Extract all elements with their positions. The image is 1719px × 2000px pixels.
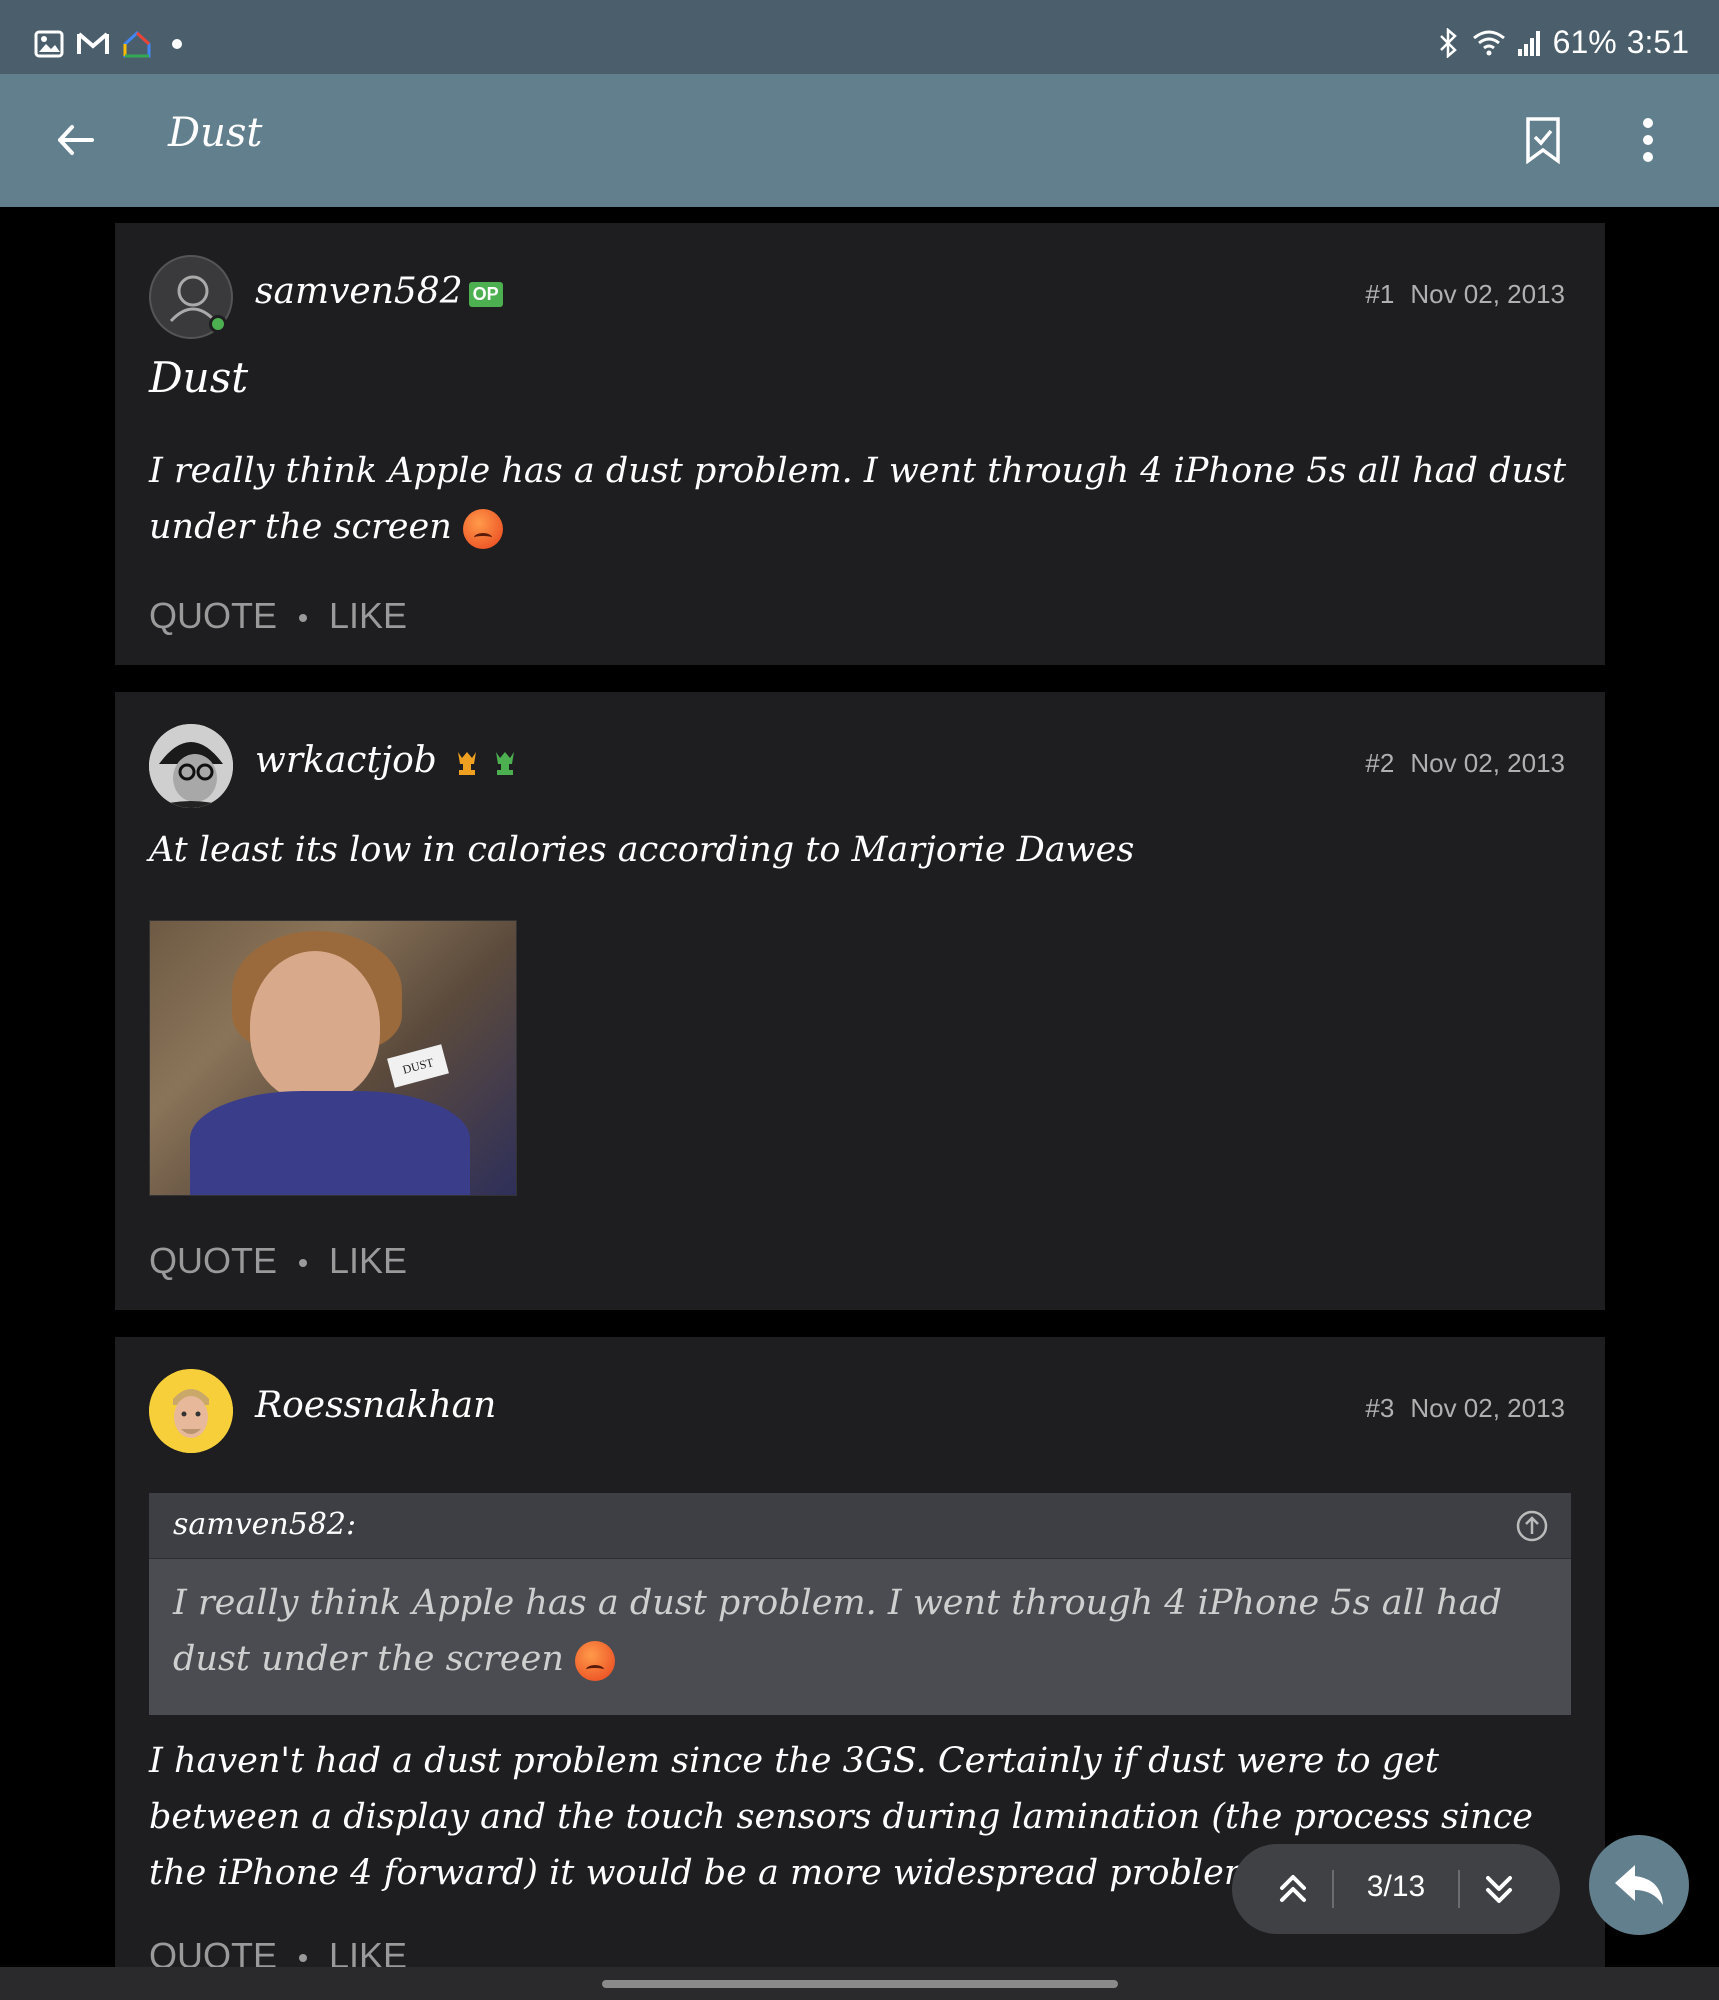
post-2: wrkactjob #2 Nov 02, 2013 At least its lo… xyxy=(115,692,1605,1310)
post-1: samven582 OP #1 Nov 02, 2013 Dust I really… xyxy=(115,223,1605,665)
chevron-double-down-icon[interactable] xyxy=(1476,1866,1522,1912)
clock: 3:51 xyxy=(1626,24,1689,60)
post-meta: #1 Nov 02, 2013 xyxy=(1365,279,1565,310)
status-left xyxy=(34,30,182,58)
post-date: Nov 02, 2013 xyxy=(1410,748,1565,778)
angry-face-emoji xyxy=(462,508,503,549)
chevron-double-up-icon[interactable] xyxy=(1270,1866,1316,1912)
user-photo-icon xyxy=(149,724,233,808)
like-button[interactable]: LIKE xyxy=(329,595,407,636)
post-image[interactable]: DUST xyxy=(149,920,517,1196)
post-number: #1 xyxy=(1365,279,1395,309)
google-home-icon xyxy=(123,30,151,58)
post-username[interactable]: wrkactjob xyxy=(255,740,518,781)
post-username[interactable]: samven582 OP xyxy=(255,271,503,312)
quote-author: samven582: xyxy=(173,1507,357,1542)
wifi-icon xyxy=(1472,30,1505,55)
signal-icon xyxy=(1517,30,1540,56)
post-number: #2 xyxy=(1365,748,1395,778)
bluetooth-icon xyxy=(1439,27,1457,58)
back-arrow-icon[interactable] xyxy=(52,116,100,164)
angry-face-emoji xyxy=(575,1640,616,1681)
avatar[interactable] xyxy=(149,724,233,808)
status-right: 61% 3:51 xyxy=(1435,24,1689,61)
post-date: Nov 02, 2013 xyxy=(1410,1393,1565,1423)
bookmark-icon[interactable] xyxy=(1524,116,1562,164)
home-gesture-handle[interactable] xyxy=(602,1980,1118,1988)
gmail-icon xyxy=(77,32,109,54)
image-card-label: DUST xyxy=(387,1044,449,1088)
reply-button[interactable] xyxy=(1589,1835,1689,1935)
like-button[interactable]: LIKE xyxy=(329,1240,407,1281)
quote-header: samven582: xyxy=(149,1493,1571,1559)
page-title: Dust xyxy=(168,110,263,156)
battery-level: 61% xyxy=(1552,24,1617,60)
jump-to-quote-icon[interactable] xyxy=(1515,1509,1549,1543)
notification-dot xyxy=(172,39,182,49)
post-number: #3 xyxy=(1365,1393,1395,1423)
avatar[interactable] xyxy=(149,1369,233,1453)
status-bar: 61% 3:51 xyxy=(0,0,1719,74)
post-body: I really think Apple has a dust problem.… xyxy=(149,451,1567,549)
post-body: At least its low in calories according t… xyxy=(149,830,1135,870)
post-date: Nov 02, 2013 xyxy=(1410,279,1565,309)
page-counter[interactable]: 3/13 xyxy=(1334,1870,1458,1904)
page-navigator: 3/13 xyxy=(1232,1844,1560,1934)
gallery-icon xyxy=(34,30,64,58)
memoji-avatar-icon xyxy=(149,1369,233,1453)
quote-block: samven582: I really think Apple has a du… xyxy=(149,1493,1571,1715)
rank-badge-green-icon xyxy=(495,752,514,775)
app-bar: Dust xyxy=(0,74,1719,207)
post-username[interactable]: Roessnakhan xyxy=(255,1385,496,1426)
post-actions: QUOTE LIKE xyxy=(149,595,407,637)
reply-icon xyxy=(1615,1865,1663,1905)
online-indicator xyxy=(209,315,227,333)
more-vert-icon[interactable] xyxy=(1634,116,1662,164)
quote-button[interactable]: QUOTE xyxy=(149,595,277,636)
post-actions: QUOTE LIKE xyxy=(149,1240,407,1282)
quote-text: I really think Apple has a dust problem.… xyxy=(173,1583,1502,1681)
post-meta: #3 Nov 02, 2013 xyxy=(1365,1393,1565,1424)
post-title: Dust xyxy=(149,353,249,402)
quote-button[interactable]: QUOTE xyxy=(149,1240,277,1281)
op-badge: OP xyxy=(468,281,503,307)
rank-badge-gold-icon xyxy=(458,752,477,775)
post-meta: #2 Nov 02, 2013 xyxy=(1365,748,1565,779)
